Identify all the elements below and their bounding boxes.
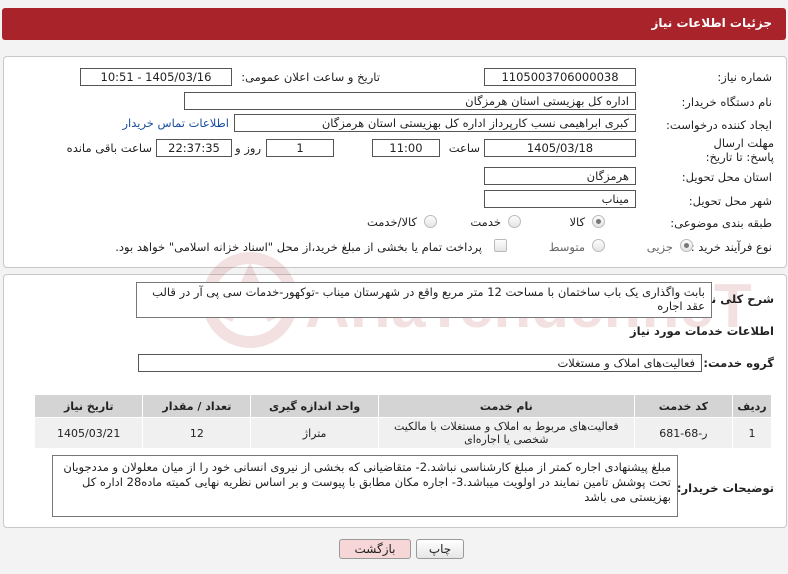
process-radio-medium[interactable] xyxy=(592,239,605,252)
deadline-time-field[interactable]: 11:00 xyxy=(372,139,440,157)
need-number-label: شماره نیاز: xyxy=(717,70,772,84)
buyer-org-field[interactable]: اداره کل بهزیستی استان هرمزگان xyxy=(184,92,636,110)
category-label: طبقه بندی موضوعی: xyxy=(670,216,772,230)
process-option-minor: جزیی xyxy=(646,240,673,254)
deadline-label: مهلت ارسال پاسخ: تا تاریخ: xyxy=(705,136,774,164)
process-radio-minor[interactable] xyxy=(680,239,693,252)
services-table-header: ردیف کد خدمت نام خدمت واحد اندازه گیری ت… xyxy=(33,394,772,418)
buyer-notes-text[interactable]: مبلغ پیشنهادی اجاره کمتر از مبلغ کارشناس… xyxy=(52,455,678,517)
category-radio-goods-service[interactable] xyxy=(424,215,437,228)
category-option-goods-service: کالا/خدمت xyxy=(366,215,417,229)
contact-buyer-link[interactable]: اطلاعات تماس خریدار xyxy=(122,116,229,130)
remaining-time-field[interactable]: 22:37:35 xyxy=(156,139,232,157)
buyer-notes-label: توضیحات خریدار: xyxy=(676,481,774,495)
summary-text[interactable]: بابت واگذاری یک باب ساختمان با مساحت 12 … xyxy=(136,282,712,318)
process-option-medium: متوسط xyxy=(548,240,585,254)
announce-field[interactable]: 1405/03/16 - 10:51 xyxy=(80,68,232,86)
col-name: نام خدمت xyxy=(377,394,635,418)
remaining-label: ساعت باقی مانده xyxy=(66,141,152,155)
print-button[interactable]: چاپ xyxy=(416,539,464,559)
cell-name: فعالیت‌های مربوط به املاک و مستغلات با م… xyxy=(377,417,635,449)
services-table: ردیف کد خدمت نام خدمت واحد اندازه گیری ت… xyxy=(33,394,772,449)
buyer-org-label: نام دستگاه خریدار: xyxy=(681,95,772,109)
info-panel xyxy=(3,56,787,268)
treasury-checkbox[interactable] xyxy=(494,239,507,252)
days-field[interactable]: 1 xyxy=(266,139,334,157)
page-title: جزئیات اطلاعات نیاز xyxy=(651,16,772,30)
back-button[interactable]: بازگشت xyxy=(339,539,411,559)
category-option-service: خدمت xyxy=(470,215,501,229)
cell-unit: متراژ xyxy=(250,417,379,449)
time-label: ساعت xyxy=(448,141,480,155)
category-radio-goods[interactable] xyxy=(592,215,605,228)
cell-code: ر-68-681 xyxy=(633,417,734,449)
province-label: استان محل تحویل: xyxy=(681,170,772,184)
cell-row: 1 xyxy=(732,417,772,449)
category-option-goods: کالا xyxy=(569,215,585,229)
payment-note: پرداخت تمام یا بخشی از مبلغ خرید،از محل … xyxy=(115,240,482,254)
col-qty: تعداد / مقدار xyxy=(142,394,252,418)
days-label: روز و xyxy=(235,141,261,155)
city-field[interactable]: میناب xyxy=(484,190,636,208)
cell-date: 1405/03/21 xyxy=(33,417,144,449)
need-number-field[interactable]: 1105003706000038 xyxy=(484,68,636,86)
services-title: اطلاعات خدمات مورد نیاز xyxy=(630,324,774,338)
service-group-field[interactable]: فعالیت‌های املاک و مستغلات xyxy=(138,354,702,372)
table-row[interactable]: 1 ر-68-681 فعالیت‌های مربوط به املاک و م… xyxy=(33,417,772,449)
deadline-date-field[interactable]: 1405/03/18 xyxy=(484,139,636,157)
announce-label: تاریخ و ساعت اعلان عمومی: xyxy=(241,70,380,84)
header-bar: جزئیات اطلاعات نیاز xyxy=(2,8,786,40)
province-field[interactable]: هرمزگان xyxy=(484,167,636,185)
service-group-label: گروه خدمت: xyxy=(703,356,774,370)
process-label: نوع فرآیند خرید : xyxy=(690,240,772,254)
creator-label: ایجاد کننده درخواست: xyxy=(666,118,772,132)
col-code: کد خدمت xyxy=(633,394,734,418)
col-unit: واحد اندازه گیری xyxy=(250,394,379,418)
creator-field[interactable]: کبری ابراهیمی نسب کارپرداز اداره کل بهزی… xyxy=(234,114,636,132)
page-header: جزئیات اطلاعات نیاز xyxy=(0,0,788,44)
col-date: تاریخ نیاز xyxy=(33,394,144,418)
city-label: شهر محل تحویل: xyxy=(688,194,772,208)
col-row: ردیف xyxy=(732,394,772,418)
category-radio-service[interactable] xyxy=(508,215,521,228)
cell-qty: 12 xyxy=(142,417,252,449)
